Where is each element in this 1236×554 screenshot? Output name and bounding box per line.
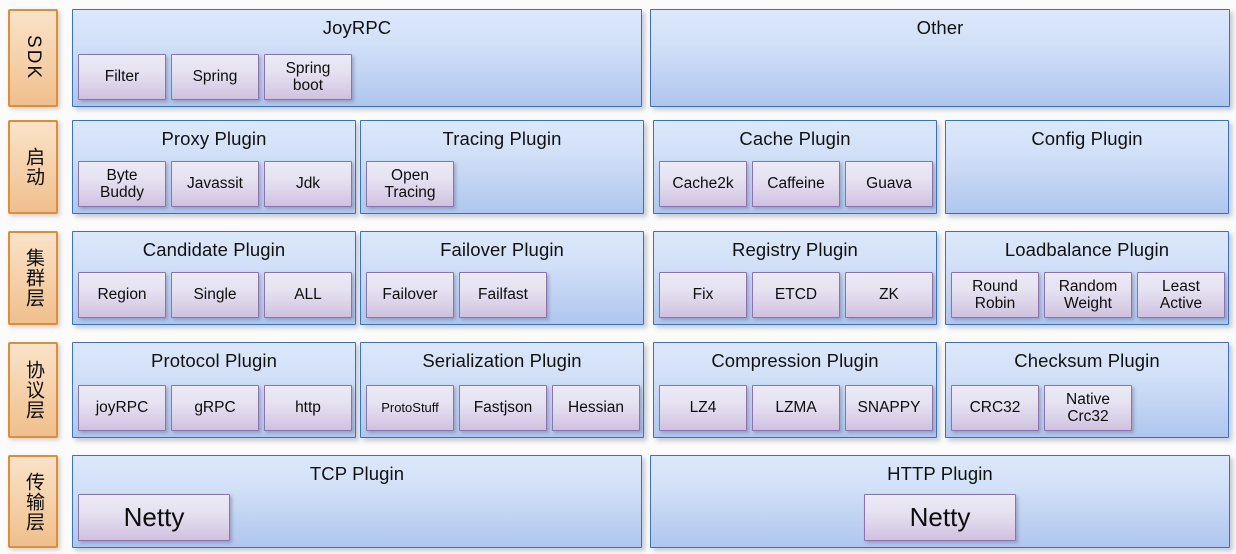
plugin-group[interactable]: JoyRPC Filter Spring Spring boot bbox=[72, 9, 642, 107]
plugin-item[interactable]: Region bbox=[78, 272, 166, 318]
layer-label-text: 协议层 bbox=[22, 360, 44, 420]
plugin-group-title: Compression Plugin bbox=[711, 350, 879, 371]
plugin-group[interactable]: Compression Plugin LZ4 LZMA SNAPPY bbox=[653, 342, 937, 438]
plugin-group[interactable]: Protocol Plugin joyRPC gRPC http bbox=[72, 342, 356, 438]
layer-label-3: 集群层 bbox=[8, 231, 58, 325]
plugin-item-list: Fix ETCD ZK bbox=[654, 262, 936, 324]
plugin-group[interactable]: Registry Plugin Fix ETCD ZK bbox=[653, 231, 937, 325]
plugin-item[interactable]: Byte Buddy bbox=[78, 161, 166, 207]
plugin-item[interactable]: Jdk bbox=[264, 161, 352, 207]
plugin-item[interactable]: Native Crc32 bbox=[1044, 385, 1132, 431]
plugin-item[interactable]: Failfast bbox=[459, 272, 547, 318]
plugin-group[interactable]: HTTP Plugin Netty bbox=[650, 455, 1230, 548]
plugin-item[interactable]: ZK bbox=[845, 272, 933, 318]
plugin-group-title: Checksum Plugin bbox=[1014, 350, 1160, 371]
plugin-item[interactable]: Netty bbox=[864, 494, 1016, 541]
plugin-item-list: CRC32 Native Crc32 bbox=[946, 373, 1228, 437]
plugin-item[interactable]: Hessian bbox=[552, 385, 640, 431]
plugin-group[interactable]: Failover Plugin Failover Failfast bbox=[360, 231, 644, 325]
layer-row: 传输层 TCP Plugin Netty HTTP Plugin Netty bbox=[0, 452, 1236, 551]
layer-label-2: 启动 bbox=[8, 120, 58, 214]
layer-label-text: 集群层 bbox=[22, 248, 44, 308]
plugin-item[interactable]: http bbox=[264, 385, 352, 431]
plugin-group[interactable]: Proxy Plugin Byte Buddy Javassit Jdk bbox=[72, 120, 356, 214]
layer-row: 启动 Proxy Plugin Byte Buddy Javassit Jdk Traci… bbox=[0, 117, 1236, 217]
plugin-item[interactable]: Fastjson bbox=[459, 385, 547, 431]
layer-label-1: SDK bbox=[8, 9, 58, 107]
plugin-group-title: JoyRPC bbox=[322, 17, 392, 38]
plugin-group-title: TCP Plugin bbox=[309, 463, 405, 484]
plugin-item[interactable]: ETCD bbox=[752, 272, 840, 318]
plugin-group[interactable]: Other bbox=[650, 9, 1230, 107]
plugin-group-title: HTTP Plugin bbox=[887, 463, 993, 484]
plugin-item-list: Byte Buddy Javassit Jdk bbox=[73, 151, 355, 213]
plugin-item[interactable]: gRPC bbox=[171, 385, 259, 431]
plugin-group-title: Candidate Plugin bbox=[142, 239, 286, 260]
plugin-item[interactable]: Spring bbox=[171, 54, 259, 100]
plugin-item[interactable]: Round Robin bbox=[951, 272, 1039, 318]
plugin-item[interactable]: LZMA bbox=[752, 385, 840, 431]
plugin-item[interactable]: Fix bbox=[659, 272, 747, 318]
plugin-item[interactable]: CRC32 bbox=[951, 385, 1039, 431]
plugin-item[interactable]: Failover bbox=[366, 272, 454, 318]
plugin-item[interactable]: joyRPC bbox=[78, 385, 166, 431]
plugin-item[interactable]: SNAPPY bbox=[845, 385, 933, 431]
plugin-group-title: Config Plugin bbox=[1031, 128, 1143, 149]
plugin-group-title: Registry Plugin bbox=[732, 239, 858, 260]
plugin-item[interactable]: Guava bbox=[845, 161, 933, 207]
plugin-group-title: Other bbox=[916, 17, 964, 38]
plugin-group[interactable]: Candidate Plugin Region Single ALL bbox=[72, 231, 356, 325]
plugin-item[interactable]: Javassit bbox=[171, 161, 259, 207]
plugin-item-list: Round Robin Random Weight Least Active bbox=[946, 262, 1228, 324]
plugin-group-title: Loadbalance Plugin bbox=[1004, 239, 1170, 260]
layer-row: 集群层 Candidate Plugin Region Single ALL Failov… bbox=[0, 228, 1236, 328]
plugin-item-list bbox=[946, 151, 1228, 213]
layer-label-text: 传输层 bbox=[22, 471, 44, 532]
plugin-item[interactable]: ALL bbox=[264, 272, 352, 318]
plugin-item[interactable]: Spring boot bbox=[264, 54, 352, 100]
plugin-item[interactable]: Caffeine bbox=[752, 161, 840, 207]
plugin-item-list: joyRPC gRPC http bbox=[73, 373, 355, 437]
plugin-group[interactable]: Loadbalance Plugin Round Robin Random Weig… bbox=[945, 231, 1229, 325]
plugin-item[interactable]: ProtoStuff bbox=[366, 385, 454, 431]
plugin-item[interactable]: Cache2k bbox=[659, 161, 747, 207]
plugin-item[interactable]: Random Weight bbox=[1044, 272, 1132, 318]
plugin-item-list: LZ4 LZMA SNAPPY bbox=[654, 373, 936, 437]
plugin-group-title: Failover Plugin bbox=[440, 239, 564, 260]
layer-row: 协议层 Protocol Plugin joyRPC gRPC http Serializ… bbox=[0, 339, 1236, 441]
plugin-item[interactable]: Netty bbox=[78, 494, 230, 541]
plugin-item[interactable]: LZ4 bbox=[659, 385, 747, 431]
layer-label-5: 传输层 bbox=[8, 455, 58, 548]
architecture-diagram: SDK JoyRPC Filter Spring Spring boot Other 启动 P… bbox=[0, 0, 1236, 554]
plugin-item-list: Region Single ALL bbox=[73, 262, 355, 324]
plugin-group-title: Serialization Plugin bbox=[422, 350, 582, 371]
layer-label-4: 协议层 bbox=[8, 342, 58, 438]
plugin-group-title: Protocol Plugin bbox=[151, 350, 277, 371]
plugin-group[interactable]: Serialization Plugin ProtoStuff Fastjson He… bbox=[360, 342, 644, 438]
plugin-item-list: ProtoStuff Fastjson Hessian bbox=[361, 373, 643, 437]
plugin-item-list: Open Tracing bbox=[361, 151, 643, 213]
plugin-item-list: Filter Spring Spring boot bbox=[73, 40, 641, 106]
plugin-group[interactable]: Config Plugin bbox=[945, 120, 1229, 214]
plugin-item[interactable]: Filter bbox=[78, 54, 166, 100]
plugin-item[interactable]: Single bbox=[171, 272, 259, 318]
layer-label-text: SDK bbox=[22, 35, 44, 81]
plugin-group[interactable]: TCP Plugin Netty bbox=[72, 455, 642, 548]
layer-label-text: 启动 bbox=[22, 147, 44, 187]
plugin-group[interactable]: Cache Plugin Cache2k Caffeine Guava bbox=[653, 120, 937, 214]
plugin-group-title: Cache Plugin bbox=[739, 128, 851, 149]
plugin-item-list: Netty bbox=[73, 486, 641, 547]
plugin-group[interactable]: Tracing Plugin Open Tracing bbox=[360, 120, 644, 214]
plugin-group[interactable]: Checksum Plugin CRC32 Native Crc32 bbox=[945, 342, 1229, 438]
plugin-item-list: Netty bbox=[651, 486, 1229, 547]
plugin-group-title: Proxy Plugin bbox=[161, 128, 267, 149]
plugin-group-title: Tracing Plugin bbox=[442, 128, 562, 149]
plugin-item[interactable]: Least Active bbox=[1137, 272, 1225, 318]
plugin-item-list: Failover Failfast bbox=[361, 262, 643, 324]
plugin-item-list: Cache2k Caffeine Guava bbox=[654, 151, 936, 213]
layer-row: SDK JoyRPC Filter Spring Spring boot Other bbox=[0, 6, 1236, 110]
plugin-item-list bbox=[651, 40, 1229, 106]
plugin-item[interactable]: Open Tracing bbox=[366, 161, 454, 207]
